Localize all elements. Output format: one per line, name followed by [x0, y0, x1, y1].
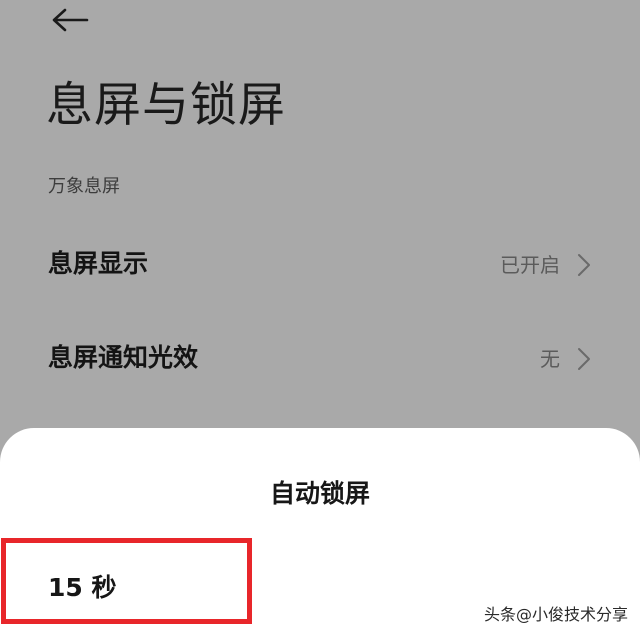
screen: 息屏与锁屏 万象息屏 息屏显示 已开启 息屏通知光效 无 自动锁屏 15 秒 头… — [0, 0, 640, 640]
setting-row-notification-light[interactable]: 息屏通知光效 无 — [0, 323, 640, 393]
back-button[interactable] — [50, 2, 90, 38]
section-label: 万象息屏 — [48, 176, 120, 197]
sheet-title: 自动锁屏 — [269, 479, 370, 508]
setting-row-title: 息屏显示 — [48, 249, 149, 278]
chevron-right-icon — [576, 347, 592, 371]
chevron-right-icon — [576, 253, 592, 277]
watermark: 头条@小俊技术分享 — [483, 605, 628, 624]
page-title: 息屏与锁屏 — [46, 78, 286, 133]
setting-row-value: 已开启 — [500, 253, 560, 277]
arrow-left-icon — [51, 8, 89, 32]
setting-row-value: 无 — [540, 347, 560, 371]
setting-row-title: 息屏通知光效 — [48, 343, 199, 372]
setting-row-always-on-display[interactable]: 息屏显示 已开启 — [0, 229, 640, 299]
option-label: 15 秒 — [48, 573, 117, 602]
